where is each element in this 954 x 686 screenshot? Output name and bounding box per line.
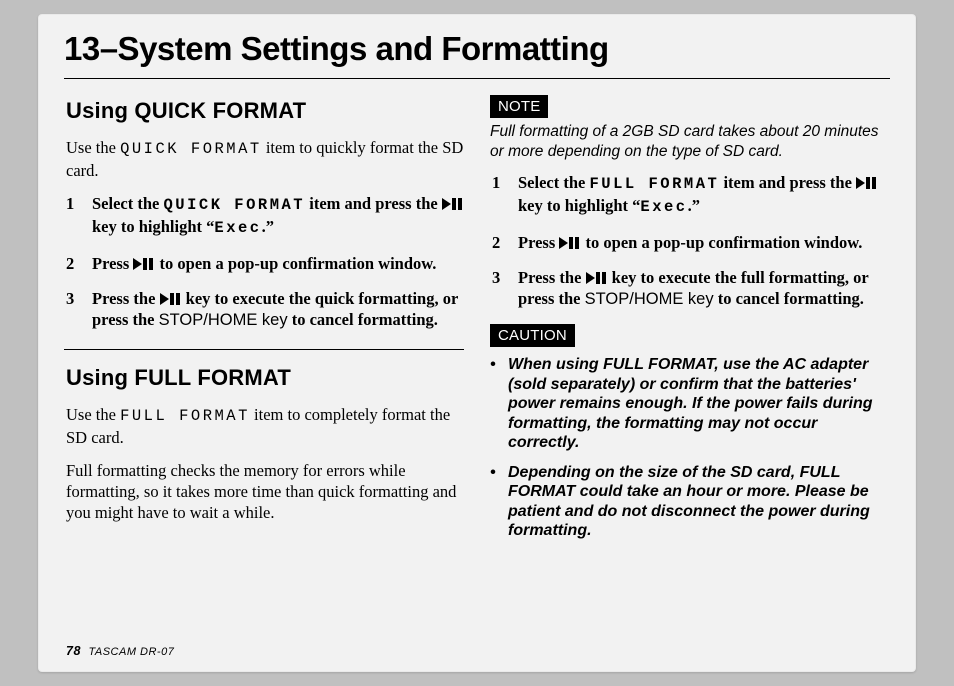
chapter-title: 13–System Settings and Formatting: [64, 28, 890, 79]
right-column: NOTE Full formatting of a 2GB SD card ta…: [490, 89, 890, 551]
stop-home-key: STOP/HOME key: [159, 311, 288, 329]
full-para2: Full formatting checks the memory for er…: [66, 460, 464, 523]
caution-item-1: When using FULL FORMAT, use the AC adapt…: [490, 355, 890, 453]
caution-list: When using FULL FORMAT, use the AC adapt…: [490, 355, 890, 541]
stop-home-key: STOP/HOME key: [585, 290, 714, 308]
divider: [64, 349, 464, 350]
code-quick-format: QUICK FORMAT: [120, 140, 262, 158]
note-text: Full formatting of a 2GB SD card takes a…: [490, 122, 890, 162]
code-full-format: FULL FORMAT: [120, 407, 250, 425]
quick-step-3: Press the key to execute the quick forma…: [66, 288, 464, 331]
full-step-1: Select the FULL FORMAT item and press th…: [492, 172, 890, 218]
play-pause-icon: [442, 197, 464, 214]
section-quick-format: Using QUICK FORMAT: [66, 97, 464, 125]
columns: Using QUICK FORMAT Use the QUICK FORMAT …: [64, 89, 890, 551]
page-number: 78: [66, 644, 81, 658]
play-pause-icon: [559, 236, 581, 253]
left-column: Using QUICK FORMAT Use the QUICK FORMAT …: [64, 89, 464, 551]
product-model: TASCAM DR-07: [88, 646, 174, 658]
note-badge: NOTE: [490, 95, 548, 118]
full-intro: Use the FULL FORMAT item to completely f…: [66, 404, 464, 448]
play-pause-icon: [133, 257, 155, 274]
page-footer: 78 TASCAM DR-07: [66, 644, 174, 658]
play-pause-icon: [856, 176, 878, 193]
play-pause-icon: [160, 292, 182, 309]
quick-step-2: Press to open a pop-up confirmation wind…: [66, 253, 464, 274]
quick-step-1: Select the QUICK FORMAT item and press t…: [66, 193, 464, 239]
play-pause-icon: [586, 271, 608, 288]
full-step-3: Press the key to execute the full format…: [492, 267, 890, 310]
section-full-format: Using FULL FORMAT: [66, 364, 464, 392]
quick-steps: Select the QUICK FORMAT item and press t…: [66, 193, 464, 331]
manual-page: 13–System Settings and Formatting Using …: [38, 14, 916, 672]
caution-item-2: Depending on the size of the SD card, FU…: [490, 463, 890, 541]
caution-badge: CAUTION: [490, 324, 575, 347]
full-step-2: Press to open a pop-up confirmation wind…: [492, 232, 890, 253]
quick-intro: Use the QUICK FORMAT item to quickly for…: [66, 137, 464, 181]
full-steps: Select the FULL FORMAT item and press th…: [492, 172, 890, 310]
